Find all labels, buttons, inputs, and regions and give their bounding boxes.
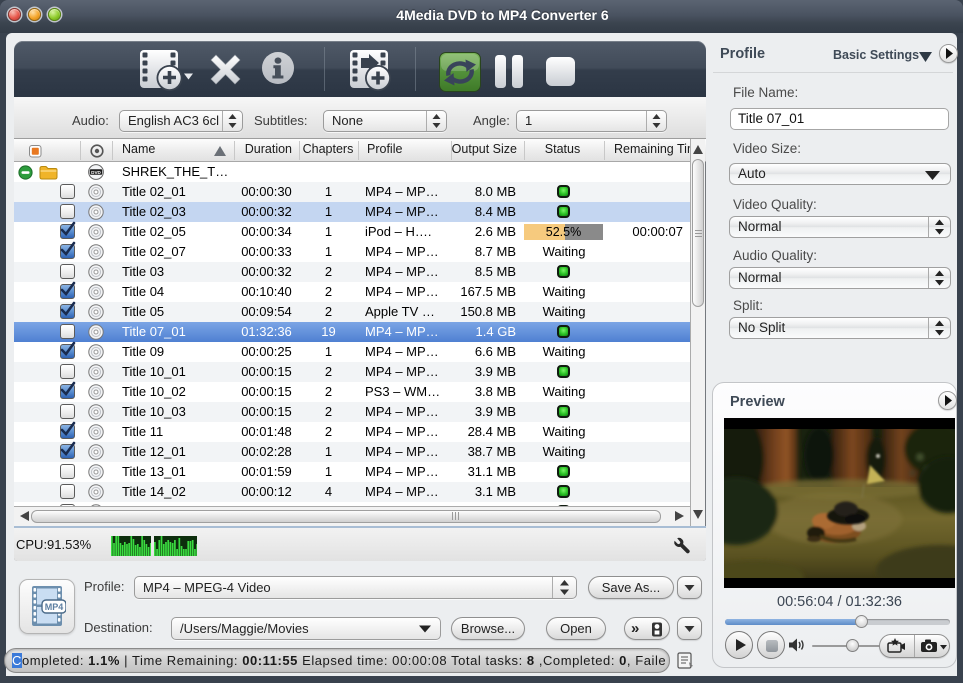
svg-text:DVD: DVD	[91, 170, 101, 175]
svg-text:MP4: MP4	[45, 602, 64, 612]
